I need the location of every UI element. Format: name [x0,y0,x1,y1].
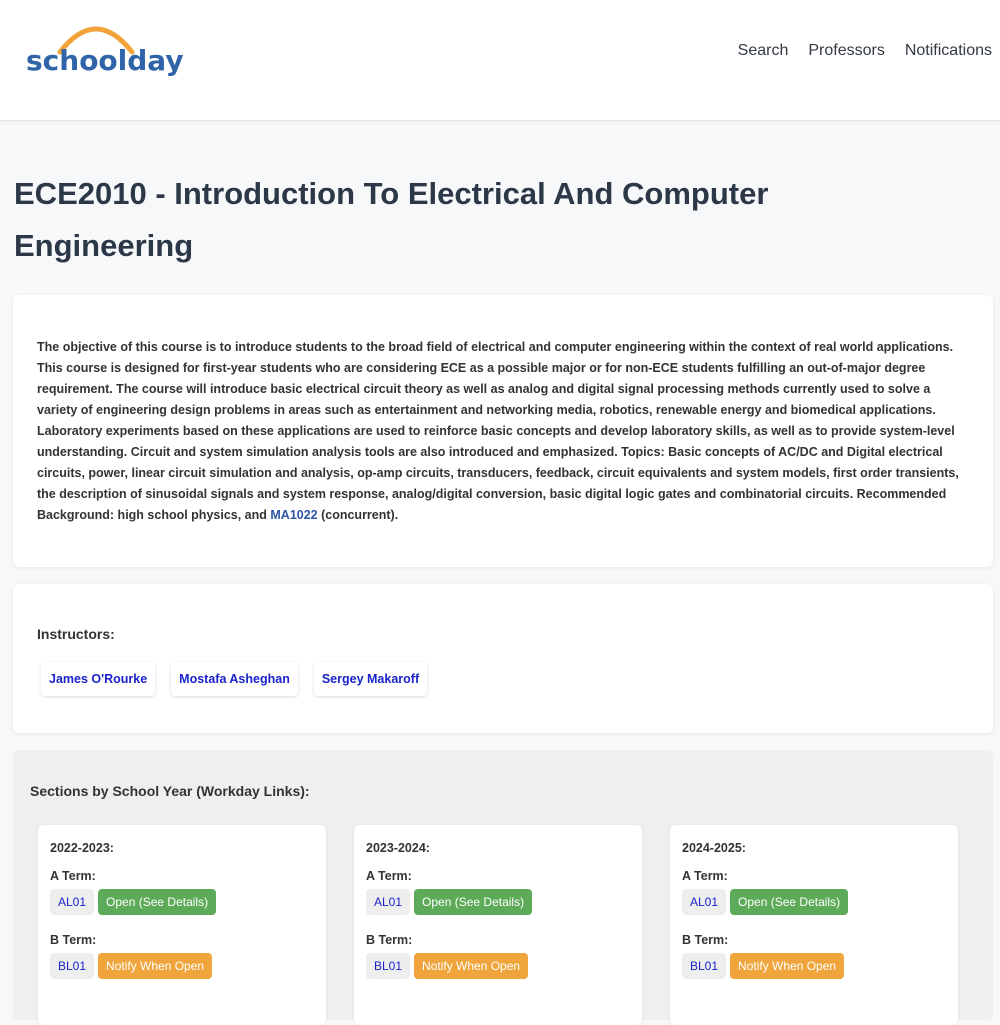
notify-when-open-button[interactable]: Notify When Open [98,953,213,979]
instructor-link[interactable]: Mostafa Asheghan [171,662,298,696]
nav-professors[interactable]: Professors [808,42,884,60]
section-code-link[interactable]: AL01 [682,889,727,915]
site-header: schoolday Search Professors Notification… [0,0,1000,121]
year-card: 2023-2024: A Term: AL01 Open (See Detail… [354,825,642,1025]
term-row: AL01 Open (See Details) [682,889,946,915]
nav-search[interactable]: Search [738,42,789,60]
year-title: 2023-2024: [366,841,430,855]
term-row: AL01 Open (See Details) [50,889,314,915]
term-label: A Term: [682,869,728,883]
section-code-link[interactable]: AL01 [366,889,411,915]
sections-heading: Sections by School Year (Workday Links): [30,783,310,799]
term-label: A Term: [366,869,412,883]
schoolday-logo[interactable]: schoolday [26,16,184,86]
logo-text: schoolday [26,44,184,77]
prerequisite-link[interactable]: MA1022 [270,508,317,522]
year-title: 2024-2025: [682,841,746,855]
term-row: BL01 Notify When Open [366,953,630,979]
term-label: B Term: [366,933,413,947]
section-code-link[interactable]: BL01 [50,953,95,979]
sections-card: Sections by School Year (Workday Links):… [13,750,993,1025]
section-code-link[interactable]: BL01 [682,953,727,979]
year-card: 2022-2023: A Term: AL01 Open (See Detail… [38,825,326,1025]
term-row: BL01 Notify When Open [682,953,946,979]
instructor-link[interactable]: Sergey Makaroff [313,662,428,696]
description-text-end: (concurrent). [317,508,399,522]
notify-when-open-button[interactable]: Notify When Open [730,953,845,979]
term-row: BL01 Notify When Open [50,953,314,979]
instructors-heading: Instructors: [37,626,115,642]
notify-when-open-button[interactable]: Notify When Open [414,953,529,979]
description-text: The objective of this course is to intro… [37,340,959,522]
status-open-button[interactable]: Open (See Details) [98,889,217,915]
term-label: B Term: [682,933,729,947]
status-open-button[interactable]: Open (See Details) [414,889,533,915]
course-description: The objective of this course is to intro… [37,337,969,526]
term-label: A Term: [50,869,96,883]
instructor-link[interactable]: James O'Rourke [41,662,156,696]
term-row: AL01 Open (See Details) [366,889,630,915]
section-code-link[interactable]: AL01 [50,889,95,915]
status-open-button[interactable]: Open (See Details) [730,889,849,915]
year-card: 2024-2025: A Term: AL01 Open (See Detail… [670,825,958,1025]
top-nav: Search Professors Notifications [738,42,992,60]
year-grid: 2022-2023: A Term: AL01 Open (See Detail… [38,825,976,1025]
page-title: ECE2010 - Introduction To Electrical And… [14,176,769,263]
instructors-card: Instructors: James O'Rourke Mostafa Ashe… [13,584,993,733]
section-code-link[interactable]: BL01 [366,953,411,979]
course-description-card: The objective of this course is to intro… [13,295,993,567]
year-title: 2022-2023: [50,841,114,855]
term-label: B Term: [50,933,97,947]
instructor-list: James O'Rourke Mostafa Asheghan Sergey M… [41,662,969,696]
nav-notifications[interactable]: Notifications [905,42,992,60]
